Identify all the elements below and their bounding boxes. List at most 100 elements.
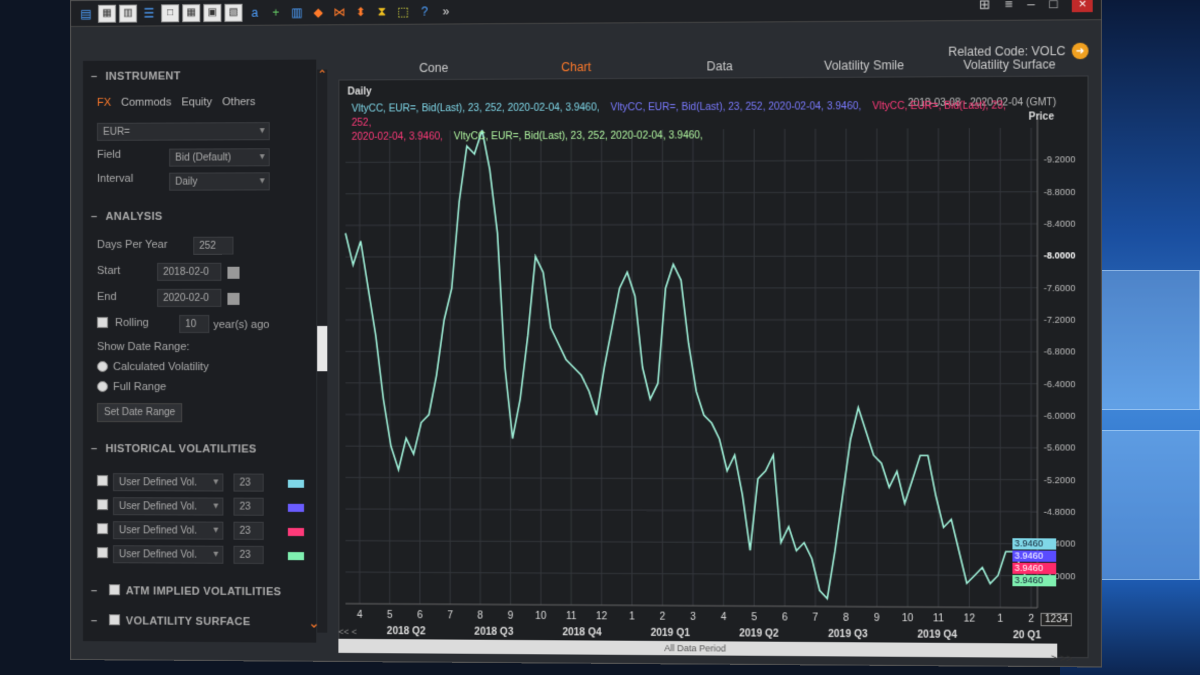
crosshair-icon[interactable]: +: [267, 3, 285, 21]
end-date-input[interactable]: 2020-02-0: [157, 288, 222, 307]
rolling-suffix: year(s) ago: [213, 318, 270, 332]
historical-volatilities-title[interactable]: HISTORICAL VOLATILITIES: [91, 443, 257, 455]
image-icon[interactable]: ▧: [224, 3, 243, 22]
y-tick-label: -6.8000: [1044, 347, 1076, 357]
y-tick-label: -5.6000: [1044, 443, 1076, 453]
x-tick-label: 7: [447, 610, 453, 621]
hist-vol-color-1[interactable]: [287, 479, 305, 488]
list-icon[interactable]: ☰: [140, 4, 158, 22]
last-value-tag-2: 3.9460: [1012, 550, 1057, 562]
rolling-checkbox[interactable]: [96, 316, 109, 328]
price-axis-label: Price: [1028, 111, 1055, 123]
hist-vol-color-4[interactable]: [287, 552, 305, 561]
days-per-year-input[interactable]: 252: [193, 236, 234, 255]
full-range-radio[interactable]: [96, 381, 109, 393]
tab-data[interactable]: Data: [648, 55, 792, 78]
tab-volatility-smile[interactable]: Volatility Smile: [792, 54, 937, 77]
collapse-icon[interactable]: ⋈: [330, 3, 348, 21]
toolbar: ▤ ▦ ▥ ☰ □ ▦ ▣ ▧ a + ▥ ◆ ⋈ ⬍ ⧗ ⬚ ? » ⊞ ≡ …: [70, 0, 1102, 27]
instrument-section-title[interactable]: INSTRUMENT: [91, 70, 180, 83]
tab-chart[interactable]: Chart: [505, 56, 648, 79]
print-icon[interactable]: ▥: [119, 4, 138, 23]
text-icon[interactable]: a: [246, 3, 264, 21]
hist-vol-checkbox-1[interactable]: [96, 475, 109, 487]
legend-entry-1: VltyCC, EUR=, Bid(Last), 23, 252, 2020-0…: [351, 102, 600, 115]
maximize-icon[interactable]: □: [1049, 0, 1057, 12]
interval-select[interactable]: Daily: [169, 172, 270, 191]
hist-vol-window-3[interactable]: 23: [233, 521, 264, 540]
hist-vol-checkbox-2[interactable]: [96, 499, 109, 511]
grid-icon[interactable]: ▣: [203, 3, 222, 22]
set-date-range-button[interactable]: Set Date Range: [96, 403, 183, 423]
bars-icon[interactable]: ▥: [288, 3, 306, 21]
zoom-box-icon[interactable]: ⬚: [394, 2, 412, 20]
hist-vol-window-4[interactable]: 23: [233, 545, 264, 564]
instrument-select[interactable]: EUR=: [96, 122, 270, 141]
surface-checkbox[interactable]: [108, 614, 120, 626]
tab-others[interactable]: Others: [222, 96, 255, 108]
tab-commods[interactable]: Commods: [121, 96, 171, 108]
close-icon[interactable]: ×: [1072, 0, 1093, 13]
tab-fx[interactable]: FX: [97, 97, 111, 109]
new-icon[interactable]: ▤: [77, 4, 95, 22]
more-icon[interactable]: »: [437, 2, 455, 20]
x-tick-label: 8: [843, 613, 849, 624]
scroll-forward-button[interactable]: > >>: [1051, 654, 1072, 665]
chart-area[interactable]: 4 5 6 7 8 9 10 11 12 1 2 3 4 5 6 7 8 9 10 11 12 1 2 2018 Q2 2018…: [338, 75, 1089, 659]
y-tick-label: -8.0000: [1044, 251, 1076, 261]
volatility-surface-title[interactable]: VOLATILITY SURFACE: [91, 613, 251, 628]
hist-vol-select-4[interactable]: User Defined Vol.: [113, 545, 224, 564]
last-value-tag-1: 3.9460: [1012, 538, 1057, 550]
menu-icon[interactable]: ≡: [1005, 0, 1013, 13]
scrollbar-thumb[interactable]: [317, 325, 328, 372]
expand-icon[interactable]: ◆: [309, 3, 327, 21]
hist-vol-color-3[interactable]: [287, 527, 305, 537]
hist-vol-select-3[interactable]: User Defined Vol.: [113, 521, 224, 540]
tab-volatility-surface[interactable]: Volatility Surface: [937, 53, 1083, 76]
vertical-expand-icon[interactable]: ⬍: [352, 2, 370, 20]
quarter-label: 2018 Q4: [562, 627, 602, 638]
x-tick-label: 12: [964, 613, 976, 624]
rolling-years-input[interactable]: 10: [179, 314, 210, 334]
y-tick-label: -7.2000: [1044, 315, 1076, 325]
layout-icon[interactable]: □: [161, 3, 180, 22]
scroll-back-button[interactable]: << <: [338, 627, 356, 637]
hist-vol-color-2[interactable]: [287, 503, 305, 512]
grid-line-horizontal: [345, 446, 1037, 448]
hist-vol-window-1[interactable]: 23: [233, 473, 264, 492]
x-tick-label: 6: [782, 612, 788, 623]
hist-vol-checkbox-4[interactable]: [96, 547, 109, 559]
tab-cone[interactable]: Cone: [363, 56, 505, 79]
hist-vol-checkbox-3[interactable]: [96, 523, 109, 535]
volatility-chart[interactable]: 4 5 6 7 8 9 10 11 12 1 2 3 4 5 6 7 8 9 10 11 12 1 22018 Q2 2018…: [339, 76, 1089, 659]
calendar-icon[interactable]: [227, 266, 240, 279]
x-tick-label: 4: [357, 610, 363, 621]
zoom-button[interactable]: 1234: [1040, 612, 1073, 627]
save-icon[interactable]: ▦: [98, 4, 117, 23]
volatility-app-window: ▤ ▦ ▥ ☰ □ ▦ ▣ ▧ a + ▥ ◆ ⋈ ⬍ ⧗ ⬚ ? » ⊞ ≡ …: [70, 0, 1103, 668]
start-label: Start: [96, 264, 121, 277]
atm-checkbox[interactable]: [108, 584, 120, 596]
help-icon[interactable]: ?: [415, 2, 433, 20]
x-tick-label: 9: [874, 613, 880, 624]
atm-implied-volatilities-title[interactable]: ATM IMPLIED VOLATILITIES: [91, 583, 281, 598]
hist-vol-window-2[interactable]: 23: [233, 497, 264, 516]
hist-vol-select-2[interactable]: User Defined Vol.: [113, 497, 224, 516]
hourglass-icon[interactable]: ⧗: [373, 2, 391, 20]
pin-icon[interactable]: ⊞: [979, 0, 990, 13]
window-logo-pane: [1090, 430, 1200, 580]
x-tick-label: 11: [933, 613, 944, 624]
scroll-up-icon[interactable]: ⌃: [317, 68, 327, 82]
calendar-icon[interactable]: [227, 292, 240, 305]
start-date-input[interactable]: 2018-02-0: [157, 262, 222, 281]
calculated-volatility-radio[interactable]: [96, 361, 109, 373]
table-icon[interactable]: ▦: [182, 3, 201, 22]
analysis-section-title[interactable]: ANALYSIS: [91, 211, 162, 223]
y-tick-label: -6.4000: [1044, 379, 1076, 389]
minimize-icon[interactable]: –: [1027, 0, 1035, 13]
tab-equity[interactable]: Equity: [181, 96, 212, 108]
panel-scrollbar[interactable]: [317, 69, 328, 633]
hist-vol-select-1[interactable]: User Defined Vol.: [113, 473, 224, 492]
scroll-down-icon[interactable]: ⌄: [308, 614, 320, 631]
field-select[interactable]: Bid (Default): [169, 148, 270, 167]
